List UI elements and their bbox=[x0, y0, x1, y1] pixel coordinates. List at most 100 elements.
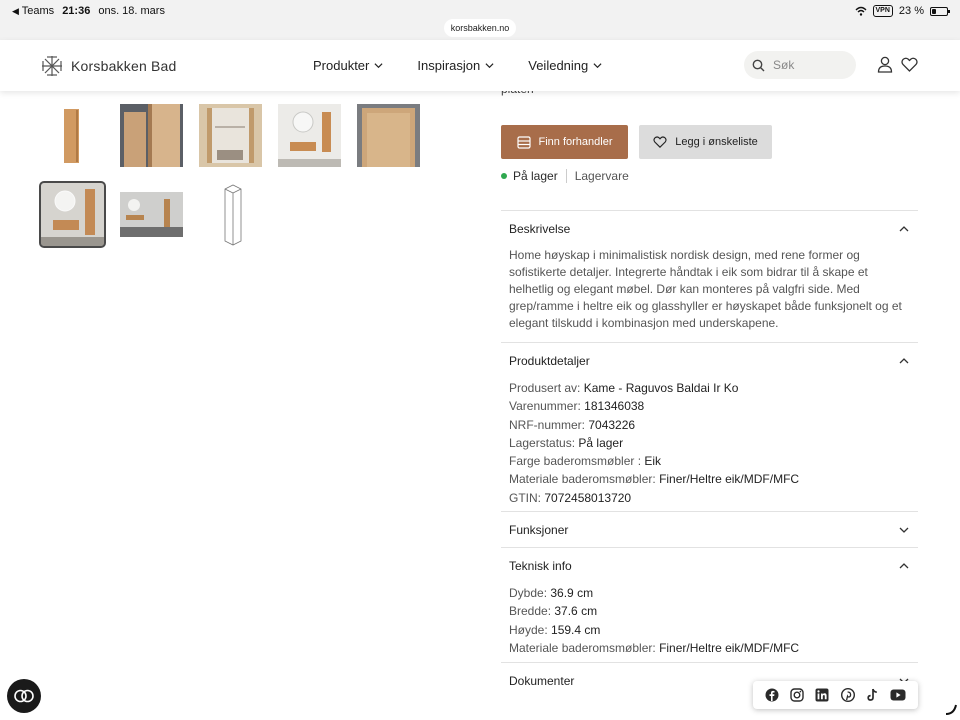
thumb-door-detail[interactable] bbox=[357, 104, 420, 167]
accordion-header-technical-info[interactable]: Teknisk info bbox=[501, 548, 918, 584]
tech-label: Bredde: bbox=[509, 604, 552, 619]
detail-value: 181346038 bbox=[584, 399, 645, 414]
detail-label: Produsert av: bbox=[509, 381, 581, 395]
accordion-title: Funksjoner bbox=[509, 523, 569, 537]
thumb-bathroom-wide[interactable] bbox=[120, 183, 183, 246]
description-line: grep/ramme i heltre eik og glasshyller e… bbox=[509, 299, 902, 313]
nav-veiledning[interactable]: Veiledning bbox=[528, 58, 602, 73]
tiktok-icon[interactable] bbox=[866, 688, 879, 702]
thumb-bathroom-mirror[interactable] bbox=[278, 104, 341, 167]
detail-label: Materiale baderomsmøbler: bbox=[509, 472, 656, 487]
detail-value: 7043226 bbox=[588, 417, 636, 432]
in-stock-dot-icon bbox=[501, 173, 507, 179]
tech-value: 36.9 cm bbox=[550, 586, 594, 600]
divider bbox=[565, 169, 567, 183]
site-header: Korsbakken Bad Produkter Inspirasjon Vei… bbox=[0, 40, 960, 91]
detail-value: Eik bbox=[644, 454, 662, 469]
chevron-down-icon bbox=[485, 63, 494, 69]
find-dealer-button[interactable]: Finn forhandler bbox=[501, 125, 628, 159]
description-line: sofistikerte detaljer. Integrerte håndta… bbox=[509, 265, 868, 279]
product-details-list: Produsert av: Kame - Raguvos Baldai Ir K… bbox=[501, 379, 918, 507]
accordion-title: Dokumenter bbox=[509, 674, 575, 688]
wishlist-label: Legg i ønskeliste bbox=[675, 136, 758, 148]
thumb-cabinet-front[interactable] bbox=[41, 104, 104, 167]
search-input[interactable] bbox=[773, 58, 843, 72]
back-to-app-link[interactable]: ◀ Teams bbox=[12, 5, 54, 17]
cookie-consent-icon bbox=[14, 689, 34, 703]
thumb-bathroom-set[interactable] bbox=[39, 181, 106, 248]
logo-mark-icon bbox=[42, 56, 62, 76]
accordion-header-description[interactable]: Beskrivelse bbox=[501, 211, 918, 247]
chevron-down-icon bbox=[593, 63, 602, 69]
accordion-header-functions[interactable]: Funksjoner bbox=[501, 512, 918, 548]
chevron-down-icon bbox=[899, 527, 909, 533]
detail-row: Produsert av: Kame - Raguvos Baldai Ir K… bbox=[509, 379, 910, 397]
user-icon[interactable] bbox=[877, 56, 893, 73]
detail-label: NRF-nummer: bbox=[509, 417, 586, 432]
nav-label: Produkter bbox=[313, 58, 370, 73]
thumb-line-drawing[interactable] bbox=[199, 183, 262, 246]
main-nav: Produkter Inspirasjon Veiledning bbox=[313, 58, 636, 73]
stock-status: På lager Lagervare bbox=[501, 169, 629, 183]
description-text: Home høyskap i minimalistisk nordisk des… bbox=[501, 247, 918, 332]
tech-row: Bredde: 37.6 cm bbox=[509, 602, 910, 620]
accordion-description: Beskrivelse Home høyskap i minimalistisk… bbox=[501, 210, 918, 332]
facebook-icon[interactable] bbox=[765, 688, 779, 702]
site-logo[interactable]: Korsbakken Bad bbox=[41, 55, 177, 77]
stock-type-label: Lagervare bbox=[574, 169, 629, 183]
accordion-title: Beskrivelse bbox=[509, 222, 571, 236]
youtube-icon[interactable] bbox=[890, 689, 906, 701]
search-icon bbox=[752, 59, 765, 71]
wifi-icon bbox=[855, 6, 867, 16]
chevron-up-icon bbox=[899, 226, 909, 232]
detail-label: GTIN: bbox=[509, 490, 541, 505]
accordion-title: Teknisk info bbox=[509, 559, 572, 573]
detail-row: Varenummer: 181346038 bbox=[509, 397, 910, 415]
heart-icon[interactable] bbox=[901, 57, 918, 72]
pinterest-icon[interactable] bbox=[840, 688, 855, 702]
back-app-label: Teams bbox=[21, 5, 55, 17]
instagram-icon[interactable] bbox=[790, 688, 804, 702]
tech-value: Finer/Heltre eik/MDF/MFC bbox=[659, 640, 800, 655]
accordion-technical-info: Teknisk info Dybde: 36.9 cm Bredde: 37.6… bbox=[501, 547, 918, 657]
linkedin-icon[interactable] bbox=[815, 688, 829, 702]
url-bar[interactable]: korsbakken.no bbox=[444, 19, 516, 37]
status-right: VPN 23 % bbox=[855, 5, 950, 17]
detail-label: Farge baderomsmøbler : bbox=[509, 454, 642, 469]
vpn-badge: VPN bbox=[872, 5, 893, 17]
detail-row: NRF-nummer: 7043226 bbox=[509, 416, 910, 434]
nav-produkter[interactable]: Produkter bbox=[313, 58, 383, 73]
detail-value: Kame - Raguvos Baldai Ir Ko bbox=[583, 381, 739, 395]
nav-label: Inspirasjon bbox=[417, 58, 481, 73]
chevron-up-icon bbox=[899, 563, 909, 569]
status-left: ◀ Teams 21:36 ons. 18. mars bbox=[12, 5, 165, 17]
search-box[interactable] bbox=[744, 51, 856, 79]
stock-status-label: På lager bbox=[513, 169, 558, 183]
tech-row: Dybde: 36.9 cm bbox=[509, 584, 910, 602]
accordion-header-product-details[interactable]: Produktdetaljer bbox=[501, 343, 918, 379]
page-corner-icon bbox=[945, 704, 957, 715]
clock: 21:36 bbox=[62, 5, 91, 17]
tech-label: Høyde: bbox=[509, 622, 548, 637]
detail-row: Farge baderomsmøbler : Eik bbox=[509, 452, 910, 470]
battery-icon bbox=[930, 6, 950, 16]
detail-row: Lagerstatus: På lager bbox=[509, 434, 910, 452]
accordion-title: Produktdetaljer bbox=[509, 354, 590, 368]
battery-percent: 23 % bbox=[898, 5, 924, 17]
date: ons. 18. mars bbox=[98, 5, 165, 17]
tech-row: Høyde: 159.4 cm bbox=[509, 621, 910, 639]
tech-value: 37.6 cm bbox=[554, 604, 598, 619]
chevron-down-icon bbox=[374, 63, 383, 69]
thumb-cabinet-open-side[interactable] bbox=[120, 104, 183, 167]
cookie-settings-button[interactable] bbox=[7, 679, 41, 713]
nav-inspirasjon[interactable]: Inspirasjon bbox=[417, 58, 494, 73]
thumb-cabinet-interior[interactable] bbox=[199, 104, 262, 167]
technical-info-list: Dybde: 36.9 cm Bredde: 37.6 cm Høyde: 15… bbox=[501, 584, 918, 657]
chevron-up-icon bbox=[899, 358, 909, 364]
description-line: elegant tilskudd i kombinasjon med under… bbox=[509, 316, 779, 330]
detail-label: Varenummer: bbox=[509, 399, 581, 414]
detail-value: På lager bbox=[578, 435, 624, 450]
store-icon bbox=[516, 135, 531, 149]
add-to-wishlist-button[interactable]: Legg i ønskeliste bbox=[639, 125, 772, 159]
detail-row: GTIN: 7072458013720 bbox=[509, 489, 910, 507]
